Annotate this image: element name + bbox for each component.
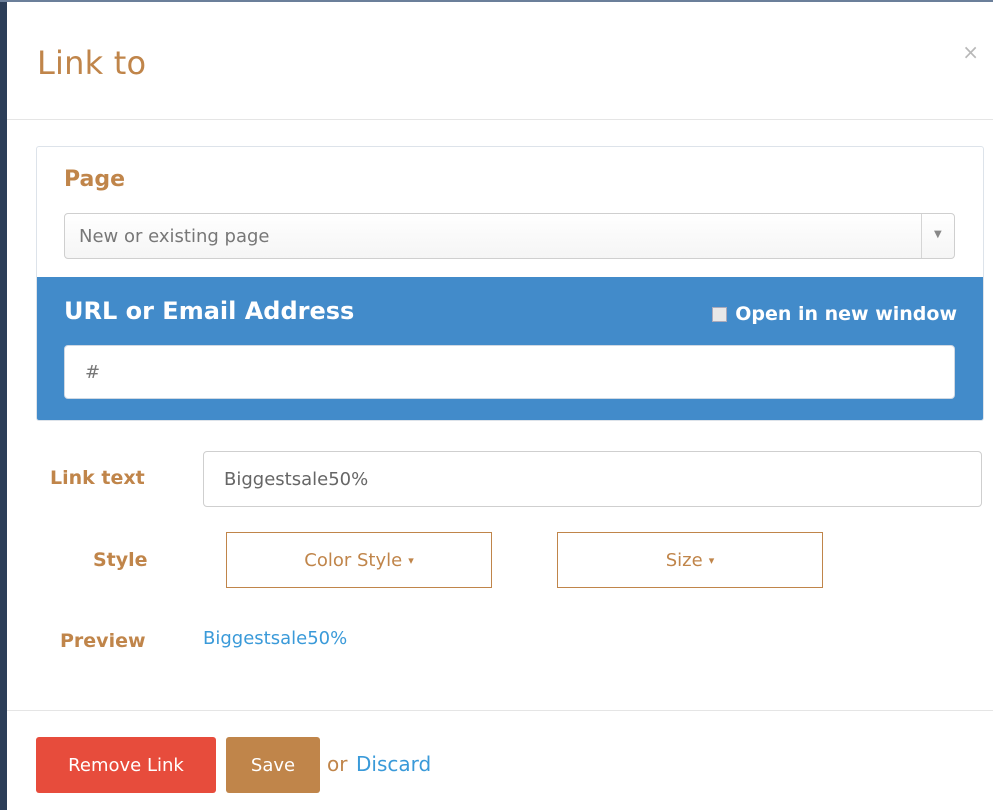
link-text-label: Link text (50, 467, 145, 489)
open-new-window-checkbox[interactable] (712, 306, 728, 322)
page-select-toggle[interactable]: ▼ (921, 214, 954, 258)
save-button[interactable]: Save (226, 737, 320, 793)
preview-link[interactable]: Biggestsale50% (203, 628, 347, 649)
color-style-dropdown[interactable]: Color Style ▾ (226, 532, 492, 588)
size-label: Size (665, 549, 703, 571)
url-label: URL or Email Address (64, 297, 355, 325)
discard-link[interactable]: Discard (356, 752, 431, 776)
header-divider (7, 119, 993, 120)
modal-title: Link to (37, 44, 147, 82)
window-frame-left (0, 0, 7, 810)
style-label: Style (93, 549, 148, 571)
chevron-down-icon: ▼ (934, 229, 942, 240)
link-text-input[interactable]: Biggestsale50% (203, 451, 982, 507)
page-select-placeholder: New or existing page (79, 226, 270, 247)
remove-link-button[interactable]: Remove Link (36, 737, 216, 793)
caret-down-icon: ▾ (408, 553, 414, 567)
open-new-window-option[interactable]: Open in new window (712, 303, 957, 325)
or-text: or (327, 752, 348, 776)
caret-down-icon: ▾ (708, 553, 715, 567)
close-icon[interactable]: × (962, 40, 979, 64)
page-select[interactable]: New or existing page ▼ (64, 213, 955, 259)
link-text-value: Biggestsale50% (224, 469, 369, 490)
url-section: URL or Email Address Open in new window … (37, 277, 983, 420)
url-input-value: # (85, 362, 101, 383)
preview-label: Preview (60, 630, 146, 652)
size-dropdown[interactable]: Size ▾ (557, 532, 823, 588)
color-style-label: Color Style (304, 549, 403, 571)
open-new-window-label: Open in new window (735, 303, 957, 325)
link-to-modal: Link to × Page New or existing page ▼ UR… (7, 2, 993, 810)
link-target-panel: Page New or existing page ▼ URL or Email… (36, 146, 984, 421)
page-label: Page (64, 167, 126, 192)
footer-divider (7, 710, 993, 711)
url-input[interactable]: # (64, 345, 955, 399)
